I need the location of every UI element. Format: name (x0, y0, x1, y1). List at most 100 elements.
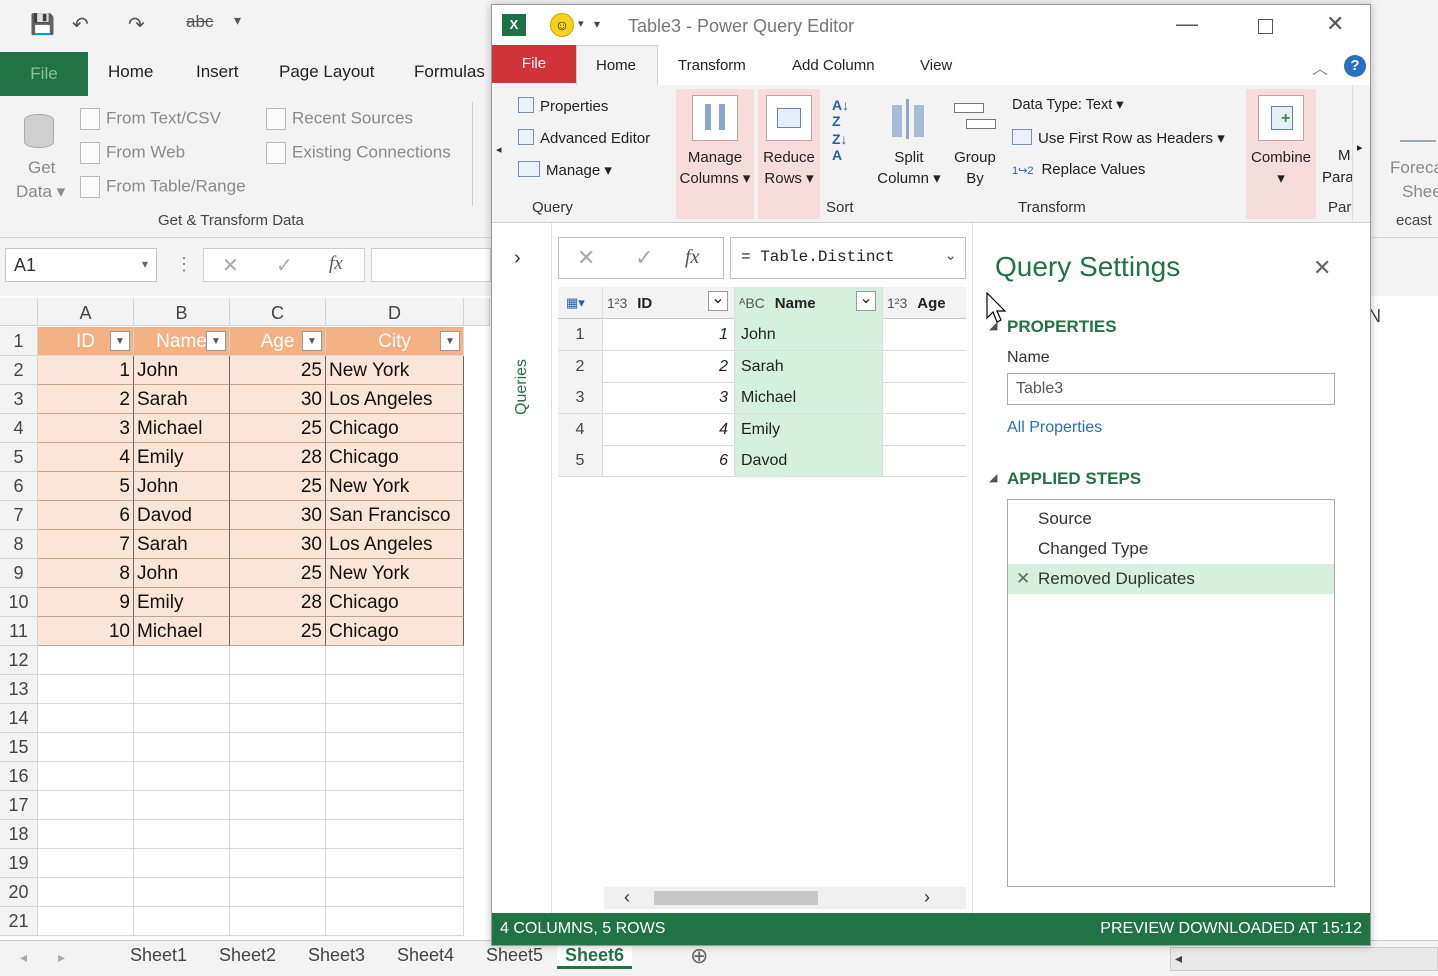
pq-tab-home[interactable]: Home (596, 57, 636, 74)
ribbon-scroll-left-icon[interactable]: ◂ (496, 143, 502, 156)
recent-sources-button[interactable]: Recent Sources (266, 108, 413, 130)
minimize-icon[interactable]: — (1176, 11, 1198, 37)
empty-cell[interactable] (230, 791, 326, 820)
empty-cell[interactable] (38, 820, 134, 849)
pq-cell-age[interactable] (882, 413, 966, 446)
empty-cell[interactable] (38, 646, 134, 675)
from-text-csv-button[interactable]: From Text/CSV (80, 108, 221, 130)
empty-cell[interactable] (134, 646, 230, 675)
group-by-button[interactable]: Group By (948, 147, 1002, 189)
column-header[interactable]: D (326, 298, 464, 326)
pq-cell-id[interactable]: 6 (602, 445, 734, 477)
pq-fx-icon[interactable]: fx (685, 246, 699, 269)
properties-button[interactable]: Properties (518, 97, 608, 115)
table-cell[interactable]: Los Angeles (326, 385, 464, 414)
excel-tab-insert[interactable]: Insert (196, 62, 239, 82)
table-cell[interactable]: Michael (134, 414, 230, 443)
excel-tab-page-layout[interactable]: Page Layout (279, 62, 374, 82)
redo-icon[interactable]: ↷ (128, 12, 145, 37)
table-cell[interactable]: Emily (134, 588, 230, 617)
replace-values-button[interactable]: 1↪2 Replace Values (1012, 161, 1145, 178)
maximize-icon[interactable] (1258, 19, 1273, 34)
close-window-icon[interactable]: ✕ (1326, 11, 1344, 37)
advanced-editor-button[interactable]: Advanced Editor (518, 129, 650, 147)
row-header[interactable]: 21 (0, 907, 38, 936)
table-cell[interactable]: 25 (230, 617, 326, 646)
empty-cell[interactable] (134, 675, 230, 704)
table-cell[interactable]: 5 (38, 472, 134, 501)
table-cell[interactable]: John (134, 356, 230, 385)
empty-cell[interactable] (326, 733, 464, 762)
pq-cell-name[interactable]: Michael (734, 382, 882, 414)
pq-cell-age[interactable] (882, 382, 966, 414)
applied-step[interactable]: Source (1008, 504, 1334, 534)
empty-cell[interactable] (326, 704, 464, 733)
column-type-icon[interactable]: 1²3 (607, 295, 627, 311)
existing-connections-button[interactable]: Existing Connections (266, 142, 451, 164)
pq-cell-name[interactable]: Davod (734, 445, 882, 477)
table-cell[interactable]: 2 (38, 385, 134, 414)
pq-cell-name[interactable]: Sarah (734, 350, 882, 383)
table-header-cell[interactable]: ID ▼ (38, 327, 134, 356)
worksheet-grid[interactable]: A B C D 1 2 3 4 5 6 7 8 9 10 11 12 13 14 15 16 17 18 19 20 21 ID ▼… (0, 298, 490, 940)
smiley-feedback-icon[interactable]: ☺ (550, 13, 574, 37)
empty-cell[interactable] (38, 675, 134, 704)
help-icon[interactable]: ? (1344, 55, 1366, 77)
pq-column-header[interactable]: 1²3 Age (882, 287, 966, 319)
table-header-cell[interactable]: Name ▼ (134, 327, 230, 356)
empty-cell[interactable] (134, 907, 230, 936)
table-cell[interactable]: Chicago (326, 617, 464, 646)
cancel-icon[interactable]: ✕ (222, 253, 239, 278)
row-header[interactable]: 14 (0, 704, 38, 733)
sort-ascending-icon[interactable]: A↓ Z (832, 97, 849, 129)
get-data-label[interactable]: Get (28, 158, 55, 178)
table-cell[interactable]: San Francisco (326, 501, 464, 530)
empty-cell[interactable] (38, 704, 134, 733)
sheet-tab[interactable]: Sheet3 (308, 945, 365, 966)
table-cell[interactable]: 4 (38, 443, 134, 472)
empty-cell[interactable] (326, 762, 464, 791)
row-header[interactable]: 5 (0, 443, 38, 472)
add-sheet-icon[interactable]: ⊕ (690, 943, 708, 969)
next-sheet-icon[interactable]: ▸ (58, 949, 65, 966)
expand-queries-icon[interactable]: › (514, 247, 521, 270)
collapse-steps-icon[interactable]: ◢ (989, 471, 997, 484)
data-type-dropdown[interactable]: Data Type: Text ▾ (1012, 97, 1124, 113)
spelling-icon[interactable]: abc (186, 12, 213, 32)
split-column-button[interactable]: Split Column ▾ (870, 147, 948, 189)
table-cell[interactable]: 30 (230, 530, 326, 559)
sheet-tab[interactable]: Sheet1 (130, 945, 187, 966)
empty-cell[interactable] (326, 646, 464, 675)
empty-cell[interactable] (230, 762, 326, 791)
filter-dropdown-icon[interactable]: ▼ (206, 331, 226, 351)
table-cell[interactable]: 25 (230, 414, 326, 443)
table-cell[interactable]: Chicago (326, 588, 464, 617)
pq-cell-id[interactable]: 4 (602, 413, 734, 446)
forecast-chart-icon[interactable] (1400, 112, 1436, 142)
filter-dropdown-icon[interactable]: ▼ (302, 331, 322, 351)
pq-column-header[interactable]: 1²3 ID ⌄ (602, 287, 734, 319)
pq-tab-add-column[interactable]: Add Column (792, 57, 875, 74)
table-cell[interactable]: 25 (230, 472, 326, 501)
row-header[interactable]: 19 (0, 849, 38, 878)
insert-function-icon[interactable]: fx (329, 253, 343, 275)
all-properties-link[interactable]: All Properties (1007, 419, 1102, 437)
undo-icon[interactable]: ↶ (72, 12, 89, 37)
sheet-tab[interactable]: Sheet6 (557, 945, 633, 969)
empty-cell[interactable] (230, 733, 326, 762)
pq-file-tab[interactable]: File (492, 45, 576, 83)
sheet-tab[interactable]: Sheet5 (486, 945, 543, 966)
table-cell[interactable]: Davod (134, 501, 230, 530)
feedback-dropdown-icon[interactable]: ▾ (578, 17, 584, 30)
empty-cell[interactable] (326, 878, 464, 907)
row-header[interactable]: 8 (0, 530, 38, 559)
table-cell[interactable]: 25 (230, 559, 326, 588)
row-header[interactable]: 20 (0, 878, 38, 907)
manage-parameters-label-2[interactable]: Para (1322, 169, 1354, 186)
table-cell[interactable]: 28 (230, 443, 326, 472)
scroll-thumb[interactable] (654, 891, 818, 905)
table-cell[interactable]: 30 (230, 501, 326, 530)
table-cell[interactable]: 3 (38, 414, 134, 443)
pq-column-header[interactable]: ᴬBC Name ⌄ (734, 287, 882, 319)
table-cell[interactable]: Los Angeles (326, 530, 464, 559)
